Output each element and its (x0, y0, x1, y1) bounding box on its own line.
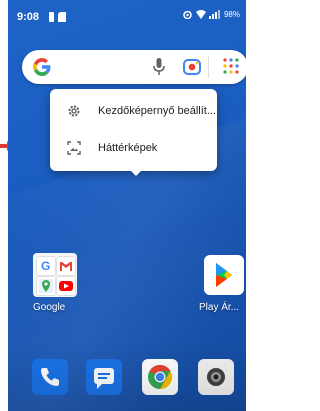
camera-app[interactable] (198, 359, 234, 395)
menu-item-label: Háttérképek (98, 142, 158, 154)
google-folder-label: Google (33, 302, 66, 313)
chrome-icon (148, 365, 173, 389)
play-store-label: Play Ár... (199, 302, 240, 313)
status-bar: 9:08 98% (8, 0, 246, 34)
google-g-icon (33, 58, 51, 76)
gear-icon (68, 105, 80, 117)
chrome-app[interactable] (142, 359, 178, 395)
wallpaper-icon (67, 141, 81, 155)
maps-icon (36, 276, 56, 296)
menu-item-label: Kezdőképernyő beállít... (98, 105, 217, 117)
messages-app[interactable] (86, 359, 122, 395)
google-app-icon: G (36, 256, 56, 276)
menu-item-home-settings[interactable]: Kezdőképernyő beállít... (50, 93, 217, 129)
search-divider (208, 56, 209, 78)
camera-icon (207, 368, 225, 386)
status-time: 9:08 (17, 11, 40, 23)
google-folder[interactable]: G (33, 253, 77, 297)
play-store-icon (216, 263, 232, 287)
home-context-menu: Kezdőképernyő beállít... Háttérképek (50, 89, 217, 176)
sim-card-icon (58, 12, 66, 22)
menu-item-wallpapers[interactable]: Háttérképek (50, 130, 217, 166)
messages-icon (94, 368, 114, 389)
alarm-icon (49, 12, 54, 22)
data-saver-icon (183, 10, 192, 19)
svg-text:G: G (41, 259, 50, 273)
gmail-icon (56, 256, 76, 276)
signal-icon (208, 10, 220, 19)
apps-grid-icon[interactable] (223, 58, 239, 74)
phone-app[interactable] (32, 359, 68, 395)
wifi-icon (195, 10, 206, 19)
google-search-bar[interactable] (22, 50, 246, 84)
lens-camera-icon[interactable] (183, 58, 201, 76)
home-screen: 9:08 98% Kezdőképernyő beállít... Háttér… (8, 0, 246, 411)
menu-pointer (129, 169, 143, 176)
play-store-app[interactable] (204, 255, 244, 295)
status-right-cluster: 98% (182, 10, 240, 19)
microphone-icon[interactable] (153, 58, 165, 76)
battery-percent: 98% (223, 10, 240, 19)
youtube-icon (56, 276, 76, 296)
phone-icon (41, 368, 59, 386)
